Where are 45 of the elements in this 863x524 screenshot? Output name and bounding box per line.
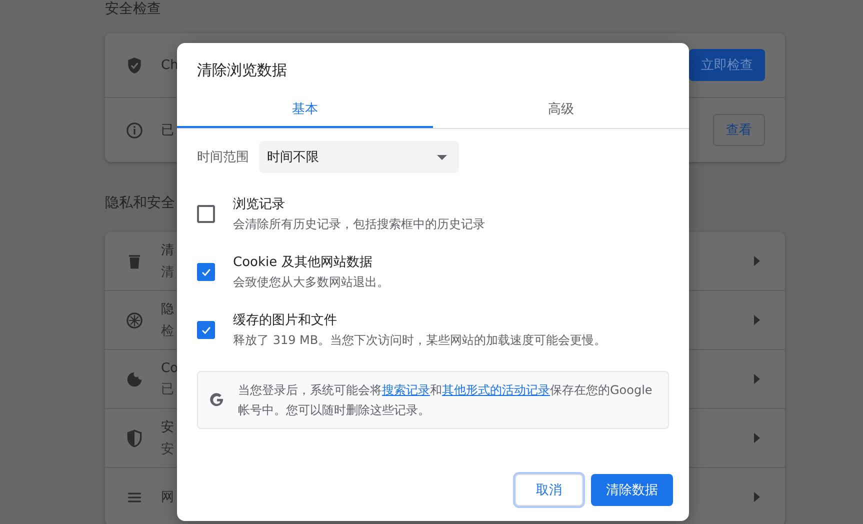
row-title: Ch: [161, 58, 178, 72]
info-text: 当您登录后，系统可能会将搜索记录和其他形式的活动记录保存在您的Google 帐号中。您可以随时删除这些记录。: [238, 382, 654, 419]
checkbox[interactable]: [197, 263, 215, 281]
option-description: 释放了 319 MB。当您下次访问时，某些网站的加载速度可能会更慢。: [233, 332, 606, 349]
chevron-icon[interactable]: [754, 256, 760, 266]
row-subtitle: 检: [161, 323, 174, 340]
time-range-dropdown[interactable]: 时间不限: [259, 141, 459, 173]
dropdown-arrow-icon: [437, 154, 447, 160]
google-g-icon: [208, 391, 226, 409]
option-description: 会致使您从大多数网站退出。: [233, 274, 389, 291]
row-title: 安: [161, 419, 174, 436]
chevron-icon[interactable]: [754, 374, 760, 384]
tab[interactable]: 基本: [177, 92, 433, 128]
cookie-icon: [125, 370, 144, 388]
shield-icon: [125, 56, 144, 74]
cancel-button[interactable]: 取消: [515, 474, 583, 506]
info-link[interactable]: 搜索记录: [382, 383, 430, 397]
row-subtitle: 已: [161, 380, 174, 398]
chevron-icon[interactable]: [754, 492, 760, 502]
checkbox[interactable]: [197, 321, 215, 339]
dialog-title: 清除浏览数据: [196, 60, 288, 80]
row-subtitle: 安: [161, 441, 174, 458]
option-title: 浏览记录: [233, 196, 285, 213]
chevron-icon[interactable]: [754, 433, 760, 443]
time-range-label: 时间范围: [197, 149, 249, 166]
row-title: 网: [161, 489, 174, 506]
shield-icon: [125, 428, 144, 448]
section-heading: 隐私和安全: [105, 195, 175, 211]
clear-data-button[interactable]: 清除数据: [591, 474, 673, 506]
row-title: 隐: [161, 301, 174, 318]
info-icon: [125, 120, 144, 140]
tab[interactable]: 高级: [433, 92, 689, 128]
row-title: Co: [161, 360, 178, 376]
info-link[interactable]: 其他形式的活动记录: [442, 383, 550, 397]
chevron-icon[interactable]: [754, 315, 760, 325]
checkbox[interactable]: [197, 205, 215, 223]
option-title: 缓存的图片和文件: [233, 312, 337, 329]
row-subtitle: 清: [161, 264, 174, 281]
row-title: 清: [161, 242, 174, 259]
option-description: 会清除所有历史记录，包括搜索框中的历史记录: [233, 216, 485, 233]
row-button[interactable]: 立即检查: [689, 49, 765, 81]
option-title: Cookie 及其他网站数据: [233, 254, 372, 271]
section-heading: 安全检查: [105, 1, 161, 17]
row-title: 已: [161, 122, 174, 139]
compass-icon: [125, 310, 144, 330]
